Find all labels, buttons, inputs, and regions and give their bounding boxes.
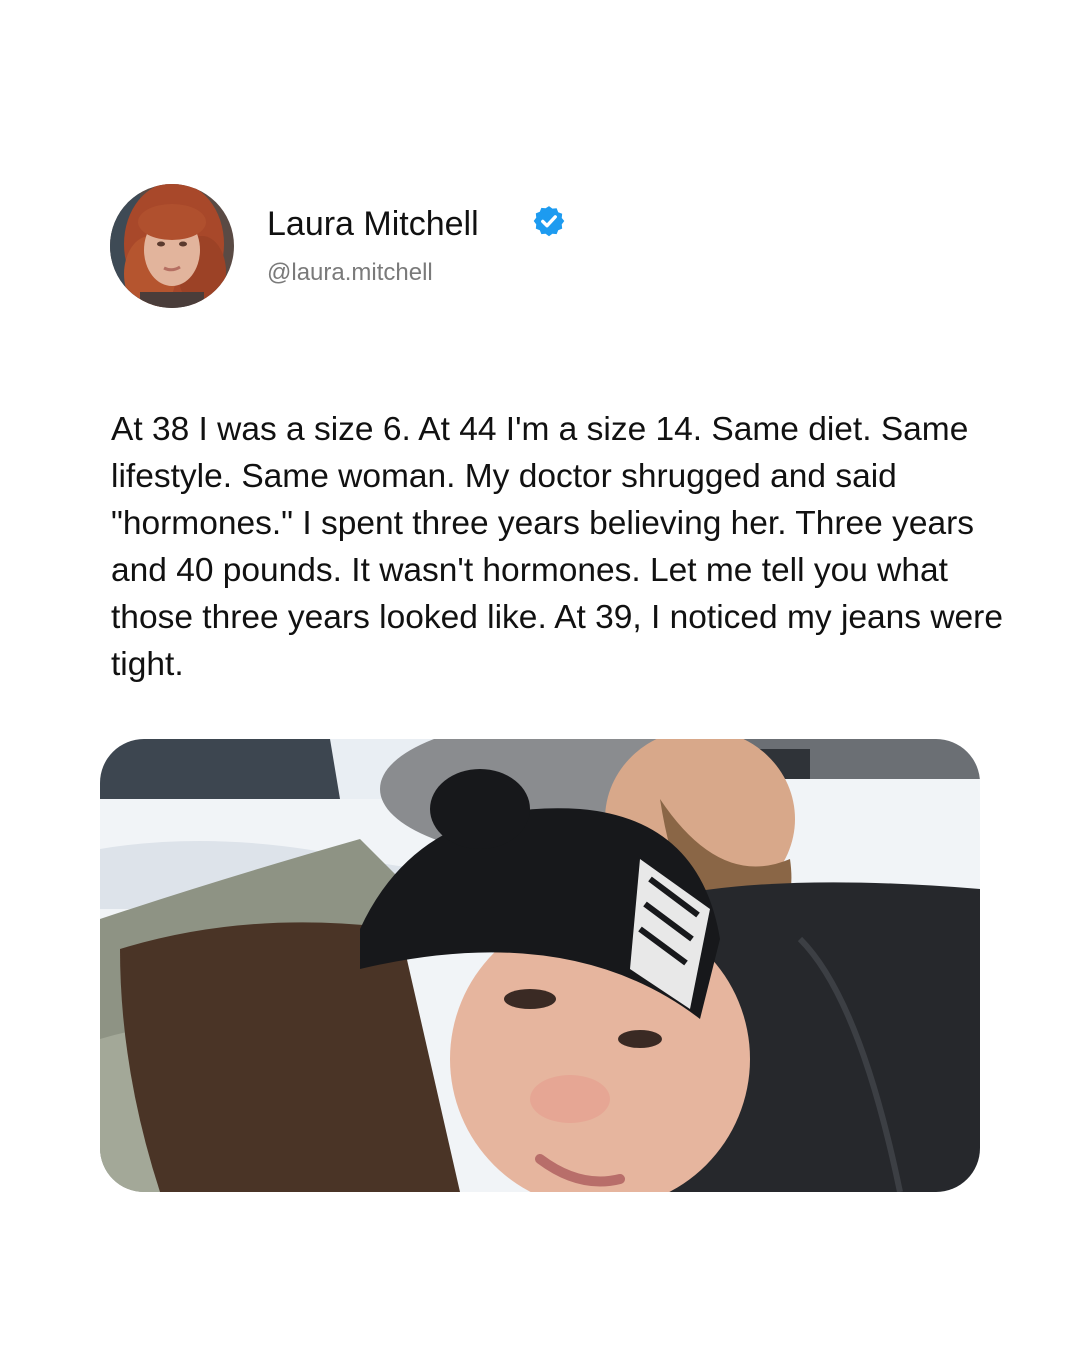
post-text: At 38 I was a size 6. At 44 I'm a size 1… — [111, 411, 1003, 683]
author-handle[interactable]: @laura.mitchell — [267, 258, 433, 288]
post-header: Laura Mitchell @laura.mitchell — [110, 184, 710, 308]
verified-badge-icon — [532, 204, 566, 238]
avatar-photo — [110, 184, 234, 308]
avatar[interactable] — [110, 184, 234, 308]
author-name[interactable]: Laura Mitchell — [267, 204, 479, 244]
post-photo[interactable] — [100, 739, 980, 1192]
selfie-photo — [100, 739, 980, 1192]
